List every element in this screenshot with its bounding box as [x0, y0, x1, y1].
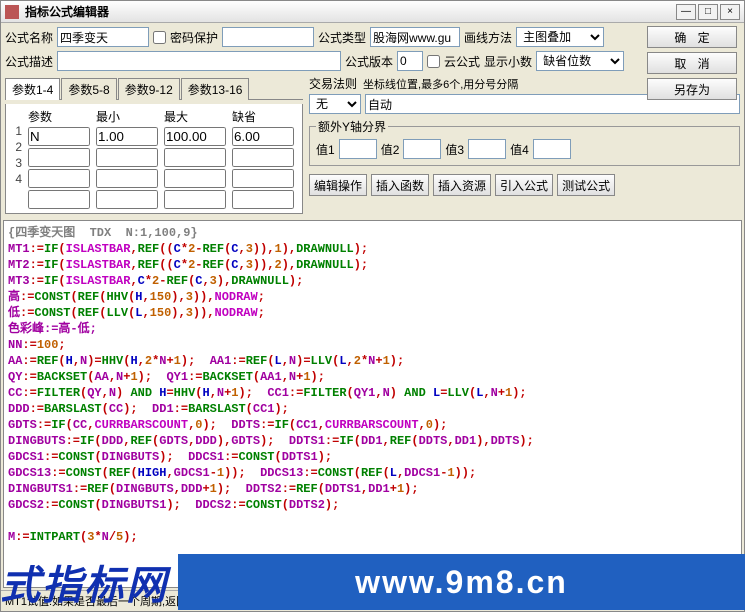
- param-1-min[interactable]: [96, 127, 158, 146]
- password-protect-label: 密码保护: [170, 29, 218, 46]
- ok-button[interactable]: 确 定: [647, 26, 737, 48]
- tab-params-5-8[interactable]: 参数5-8: [61, 78, 116, 100]
- param-4-max[interactable]: [164, 190, 226, 209]
- formula-desc-label: 公式描述: [5, 53, 53, 70]
- dyn-translate-link[interactable]: 动态翻译: [696, 593, 740, 609]
- param-grid: 1234 参数 最小 最大: [5, 104, 303, 214]
- param-1-name[interactable]: [28, 127, 90, 146]
- formula-type-select[interactable]: [370, 27, 460, 47]
- minimize-button[interactable]: —: [676, 4, 696, 20]
- app-icon: [5, 5, 19, 19]
- cloud-formula-checkbox[interactable]: [427, 55, 440, 68]
- trade-rule-label: 交易法则: [309, 75, 357, 92]
- param-4-def[interactable]: [232, 190, 294, 209]
- coord-hint: 坐标线位置,最多6个,用分号分隔: [363, 76, 518, 92]
- param-2-max[interactable]: [164, 148, 226, 167]
- param-2-min[interactable]: [96, 148, 158, 167]
- test-formula-button[interactable]: 测试公式: [557, 174, 615, 196]
- draw-method-label: 画线方法: [464, 29, 512, 46]
- y-val1[interactable]: [339, 139, 377, 159]
- formula-type-label: 公式类型: [318, 29, 366, 46]
- titlebar: 指标公式编辑器 — □ ×: [1, 1, 744, 23]
- tab-params-1-4[interactable]: 参数1-4: [5, 78, 60, 100]
- tab-params-9-12[interactable]: 参数9-12: [118, 78, 180, 100]
- edit-op-button[interactable]: 编辑操作: [309, 174, 367, 196]
- password-protect-checkbox[interactable]: [153, 31, 166, 44]
- maximize-button[interactable]: □: [698, 4, 718, 20]
- param-1-max[interactable]: [164, 127, 226, 146]
- param-1-def[interactable]: [232, 127, 294, 146]
- extra-y-fieldset: 额外Y轴分界 值1 值2 值3 值4: [309, 118, 740, 166]
- y-val2[interactable]: [403, 139, 441, 159]
- trade-rule-select[interactable]: 无: [309, 94, 361, 114]
- param-4-name[interactable]: [28, 190, 90, 209]
- y-val4[interactable]: [533, 139, 571, 159]
- insert-fn-button[interactable]: 插入函数: [371, 174, 429, 196]
- param-3-max[interactable]: [164, 169, 226, 188]
- show-decimal-select[interactable]: 缺省位数: [536, 51, 624, 71]
- close-button[interactable]: ×: [720, 4, 740, 20]
- cloud-formula-label: 云公式: [444, 53, 480, 70]
- draw-method-select[interactable]: 主图叠加: [516, 27, 604, 47]
- import-formula-button[interactable]: 引入公式: [495, 174, 553, 196]
- window-title: 指标公式编辑器: [25, 3, 674, 20]
- formula-ver-label: 公式版本: [345, 53, 393, 70]
- formula-name-input[interactable]: [57, 27, 149, 47]
- cancel-button[interactable]: 取 消: [647, 52, 737, 74]
- param-4-min[interactable]: [96, 190, 158, 209]
- y-val3[interactable]: [468, 139, 506, 159]
- insert-res-button[interactable]: 插入资源: [433, 174, 491, 196]
- param-2-def[interactable]: [232, 148, 294, 167]
- formula-name-label: 公式名称: [5, 29, 53, 46]
- saveas-button[interactable]: 另存为: [647, 78, 737, 100]
- formula-ver-input[interactable]: [397, 51, 423, 71]
- tab-params-13-16[interactable]: 参数13-16: [181, 78, 250, 100]
- param-3-name[interactable]: [28, 169, 90, 188]
- param-3-min[interactable]: [96, 169, 158, 188]
- formula-code-editor[interactable]: {四季变天图 TDX N:1,100,9} MT1:=IF(ISLASTBAR,…: [3, 220, 742, 588]
- param-2-name[interactable]: [28, 148, 90, 167]
- param-tabs: 参数1-4 参数5-8 参数9-12 参数13-16: [5, 77, 303, 100]
- status-bar: MT1试值:如果是否最后一个周期,返回1日前的(收盘价*2-3日前的收盘价),否…: [1, 590, 744, 611]
- formula-desc-input[interactable]: [57, 51, 341, 71]
- status-text: MT1试值:如果是否最后一个周期,返回1日前的(收盘价*2-3日前的收盘价),否…: [5, 593, 433, 609]
- show-decimal-label: 显示小数: [484, 53, 532, 70]
- password-input[interactable]: [222, 27, 314, 47]
- param-3-def[interactable]: [232, 169, 294, 188]
